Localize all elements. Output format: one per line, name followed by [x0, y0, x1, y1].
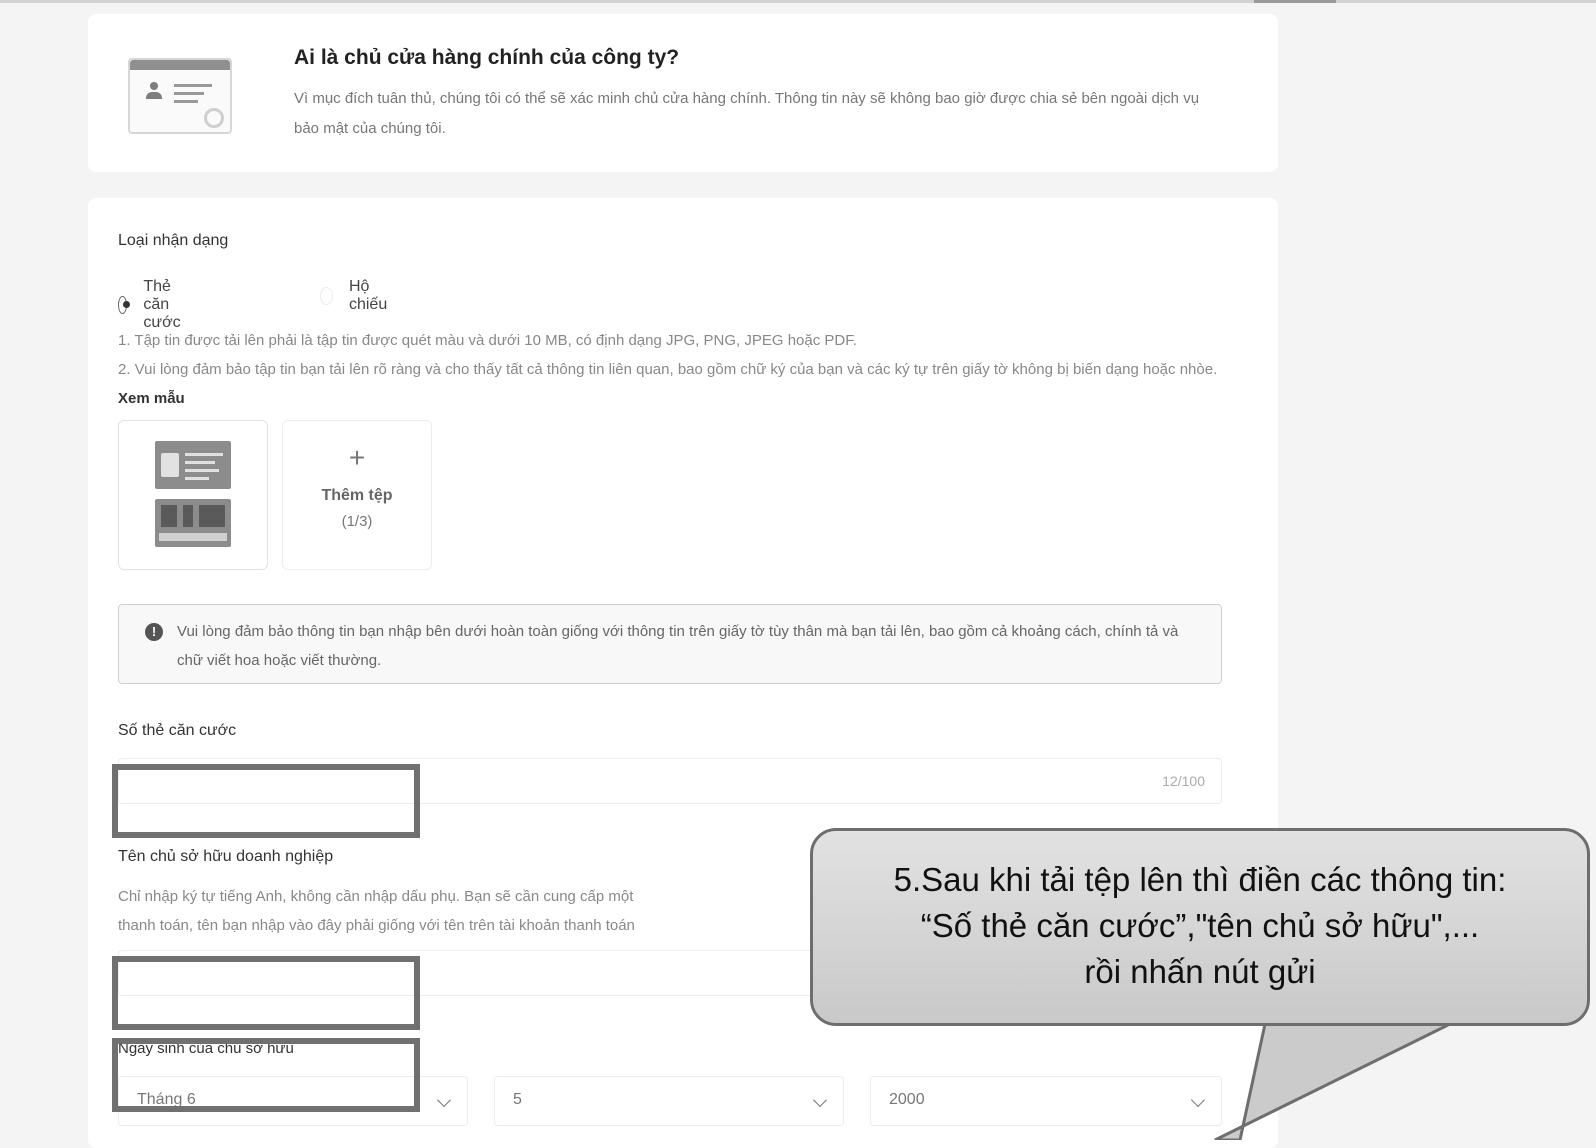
- chevron-down-icon: [436, 1092, 452, 1108]
- upload-rules: 1. Tập tin được tải lên phải là tập tin …: [118, 326, 1228, 413]
- rule-1: 1. Tập tin được tải lên phải là tập tin …: [118, 332, 857, 349]
- id-number-label: Số thẻ căn cước: [118, 722, 237, 739]
- header-card: Ai là chủ cửa hàng chính của công ty? Vì…: [88, 14, 1278, 172]
- top-tab-indicator: [1254, 0, 1336, 3]
- owner-name-label: Tên chủ sở hữu doanh nghiệp: [118, 848, 334, 865]
- highlight-box-id-number: [112, 764, 420, 838]
- radio-id-card-label: Thẻ căn cước: [143, 278, 181, 331]
- chevron-down-icon: [812, 1092, 828, 1108]
- page-description: Vì mục đích tuân thủ, chúng tôi có thể s…: [294, 90, 1200, 137]
- dob-year-value: 2000: [889, 1091, 925, 1108]
- dob-day-value: 5: [513, 1091, 522, 1108]
- dob-day-select[interactable]: 5: [494, 1076, 844, 1126]
- add-file-label: Thêm tệp: [321, 487, 393, 504]
- radio-passport-label: Hộ chiếu: [348, 278, 388, 313]
- view-sample-link[interactable]: Xem mẫu: [118, 390, 185, 407]
- radio-checked-icon: [118, 296, 131, 314]
- chevron-down-icon: [1190, 1092, 1206, 1108]
- radio-passport[interactable]: Hộ chiếu: [320, 278, 392, 314]
- rule-2: 2. Vui lòng đảm bảo tập tin bạn tải lên …: [118, 355, 1228, 413]
- callout-bubble: 5.Sau khi tải tệp lên thì điền các thông…: [810, 828, 1590, 1026]
- top-divider: [0, 0, 1596, 3]
- id-type-label: Loại nhận dạng: [118, 232, 229, 249]
- uploaded-file-thumbnail[interactable]: [118, 420, 268, 570]
- highlight-box-dob: [112, 1038, 420, 1112]
- highlight-box-owner-name: [112, 956, 420, 1030]
- id-card-front-image: [155, 441, 231, 489]
- id-card-back-image: [155, 499, 231, 547]
- file-count: (1/3): [341, 513, 373, 530]
- callout-line-2: “Số thẻ căn cước”,"tên chủ sở hữu",...: [920, 907, 1480, 944]
- info-notice-text: Vui lòng đảm bảo thông tin bạn nhập bên …: [177, 623, 1179, 669]
- add-file-button[interactable]: + Thêm tệp (1/3): [282, 420, 432, 570]
- page-title: Ai là chủ cửa hàng chính của công ty?: [294, 46, 680, 69]
- callout-line-3: rồi nhấn nút gửi: [1084, 953, 1316, 990]
- callout-line-1: 5.Sau khi tải tệp lên thì điền các thông…: [893, 861, 1507, 898]
- id-card-illustration-icon: [128, 52, 234, 136]
- rule-2-text: 2. Vui lòng đảm bảo tập tin bạn tải lên …: [118, 361, 1218, 378]
- id-number-char-counter: 12/100: [1162, 773, 1205, 789]
- radio-id-card[interactable]: Thẻ căn cước: [118, 278, 189, 332]
- info-notice: ! Vui lòng đảm bảo thông tin bạn nhập bê…: [118, 604, 1222, 684]
- info-icon: !: [145, 623, 163, 641]
- plus-icon: +: [348, 442, 366, 473]
- dob-year-select[interactable]: 2000: [870, 1076, 1222, 1126]
- radio-unchecked-icon: [320, 287, 333, 305]
